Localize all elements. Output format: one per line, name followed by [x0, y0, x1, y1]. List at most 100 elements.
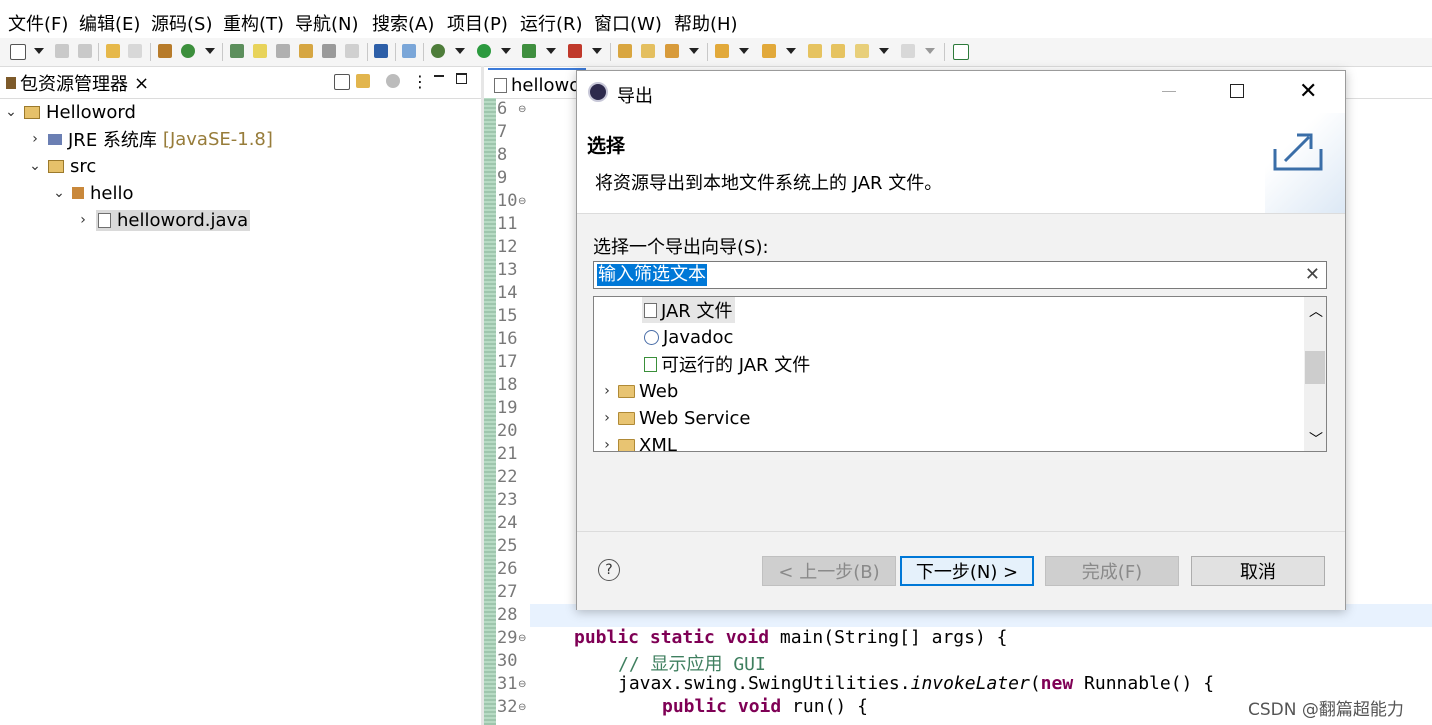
mark-icon[interactable]: [276, 44, 290, 58]
new-icon[interactable]: [10, 44, 26, 60]
chevron-right-icon[interactable]: ›: [600, 383, 614, 399]
fold-icon[interactable]: ⊖: [518, 679, 526, 690]
package-icon[interactable]: [158, 44, 172, 58]
filter-input[interactable]: 输入筛选文本 ✕: [593, 261, 1327, 289]
last-edit-icon[interactable]: [808, 44, 822, 58]
vertical-scrollbar[interactable]: ︿ ﹀: [1304, 297, 1326, 451]
chevron-down-icon[interactable]: ⌄: [52, 185, 66, 201]
code-line-32[interactable]: public void run() {: [662, 696, 868, 717]
chevron-down-icon[interactable]: ⌄: [28, 158, 42, 174]
fold-icon[interactable]: ⊖: [518, 633, 526, 644]
chevron-right-icon[interactable]: ›: [76, 212, 90, 228]
list-item-jar[interactable]: JAR 文件: [642, 297, 735, 323]
tree-item-java-file[interactable]: › helloword.java: [76, 208, 251, 232]
chevron-right-icon[interactable]: ›: [600, 437, 614, 451]
refresh-dropdown-icon[interactable]: [205, 48, 215, 54]
run-dropdown-icon[interactable]: [501, 48, 511, 54]
undo-icon[interactable]: [106, 44, 120, 58]
refresh-icon[interactable]: [181, 44, 195, 58]
chevron-right-icon[interactable]: ›: [600, 410, 614, 426]
back-icon[interactable]: [831, 44, 845, 58]
menu-help[interactable]: 帮助(H): [674, 10, 738, 36]
block-icon[interactable]: [322, 44, 336, 58]
fold-icon[interactable]: ⊖: [518, 196, 526, 207]
save-all-icon[interactable]: [78, 44, 92, 58]
list-item-web[interactable]: › Web: [600, 378, 678, 404]
next-button[interactable]: 下一步(N) >: [900, 556, 1034, 586]
minimize-icon[interactable]: [1162, 91, 1176, 92]
maximize-icon[interactable]: [1230, 84, 1244, 98]
menu-project[interactable]: 项目(P): [447, 10, 508, 36]
filter-icon[interactable]: [386, 74, 400, 88]
menu-run[interactable]: 运行(R): [520, 10, 583, 36]
console-icon[interactable]: [374, 44, 388, 58]
tree-item-jre[interactable]: › JRE 系统库 [JavaSE-1.8]: [28, 127, 273, 152]
tree-item-src[interactable]: ⌄ src: [28, 154, 96, 178]
coverage-icon[interactable]: [522, 44, 536, 58]
menu-file[interactable]: 文件(F): [8, 10, 68, 36]
menu-source[interactable]: 源码(S): [151, 10, 212, 36]
open-type-icon[interactable]: [618, 44, 632, 58]
navigate-forward-dropdown-icon[interactable]: [925, 48, 935, 54]
fold-icon[interactable]: ⊖: [518, 104, 526, 115]
pin-icon[interactable]: [230, 44, 244, 58]
menu-navigate[interactable]: 导航(N): [295, 10, 359, 36]
navigate-back-dropdown-icon[interactable]: [879, 48, 889, 54]
code-line-31[interactable]: javax.swing.SwingUtilities.invokeLater(n…: [618, 673, 1214, 694]
editor-tab[interactable]: hellowo: [488, 68, 587, 100]
package-explorer-tab[interactable]: 包资源管理器 ×: [0, 68, 156, 98]
help-icon[interactable]: ?: [598, 559, 620, 581]
minimize-icon[interactable]: [434, 75, 444, 77]
prev-annotation-icon[interactable]: [762, 44, 776, 58]
tree-item-package[interactable]: ⌄ hello: [52, 181, 133, 205]
new-dropdown-icon[interactable]: [34, 48, 44, 54]
maximize-icon[interactable]: [456, 73, 467, 84]
debug-icon[interactable]: [431, 44, 445, 58]
back-button[interactable]: < 上一步(B): [762, 556, 896, 586]
chevron-down-icon[interactable]: ⌄: [4, 104, 18, 120]
redo-icon[interactable]: [128, 44, 142, 58]
list-item-javadoc[interactable]: Javadoc: [644, 324, 733, 350]
prev-annotation-dropdown-icon[interactable]: [786, 48, 796, 54]
menu-edit[interactable]: 编辑(E): [79, 10, 140, 36]
list-item-runnable-jar[interactable]: 可运行的 JAR 文件: [644, 351, 810, 377]
open-folder-icon[interactable]: [641, 44, 655, 58]
close-icon[interactable]: ✕: [1299, 79, 1317, 104]
list-item-web-service[interactable]: › Web Service: [600, 405, 750, 431]
scroll-down-icon[interactable]: ﹀: [1309, 429, 1323, 449]
coverage-dropdown-icon[interactable]: [546, 48, 556, 54]
close-icon[interactable]: ×: [134, 73, 149, 94]
fold-icon[interactable]: ⊖: [518, 702, 526, 713]
finish-button[interactable]: 完成(F): [1045, 556, 1179, 586]
navigate-back-icon[interactable]: [855, 44, 869, 58]
save-icon[interactable]: [55, 44, 69, 58]
view-menu-icon[interactable]: ⋮: [412, 72, 428, 91]
skip-icon[interactable]: [402, 44, 416, 58]
annotation-icon[interactable]: [299, 44, 313, 58]
menu-window[interactable]: 窗口(W): [594, 10, 662, 36]
run-icon[interactable]: [477, 44, 491, 58]
highlight-icon[interactable]: [253, 44, 267, 58]
navigate-forward-icon[interactable]: [901, 44, 915, 58]
search-tool-dropdown-icon[interactable]: [689, 48, 699, 54]
list-item-xml[interactable]: › XML: [600, 432, 677, 451]
open-perspective-icon[interactable]: [953, 44, 969, 60]
wizard-tree[interactable]: JAR 文件 Javadoc 可运行的 JAR 文件 › Web › Web S…: [593, 296, 1327, 452]
code-line-29[interactable]: public static void main(String[] args) {: [574, 627, 1008, 648]
clear-icon[interactable]: ✕: [1305, 264, 1320, 285]
pilcrow-icon[interactable]: [345, 44, 359, 58]
collapse-all-icon[interactable]: [334, 74, 350, 90]
external-tools-dropdown-icon[interactable]: [592, 48, 602, 54]
menu-refactor[interactable]: 重构(T): [223, 10, 284, 36]
external-tools-icon[interactable]: [568, 44, 582, 58]
tree-item-project[interactable]: ⌄ Helloword: [4, 100, 136, 124]
next-annotation-icon[interactable]: [715, 44, 729, 58]
next-annotation-dropdown-icon[interactable]: [739, 48, 749, 54]
search-tool-icon[interactable]: [665, 44, 679, 58]
link-editor-icon[interactable]: [356, 74, 370, 88]
chevron-right-icon[interactable]: ›: [28, 131, 42, 147]
cancel-button[interactable]: 取消: [1191, 556, 1325, 586]
scrollbar-thumb[interactable]: [1305, 351, 1325, 384]
scroll-up-icon[interactable]: ︿: [1309, 301, 1323, 321]
menu-search[interactable]: 搜索(A): [372, 10, 434, 36]
